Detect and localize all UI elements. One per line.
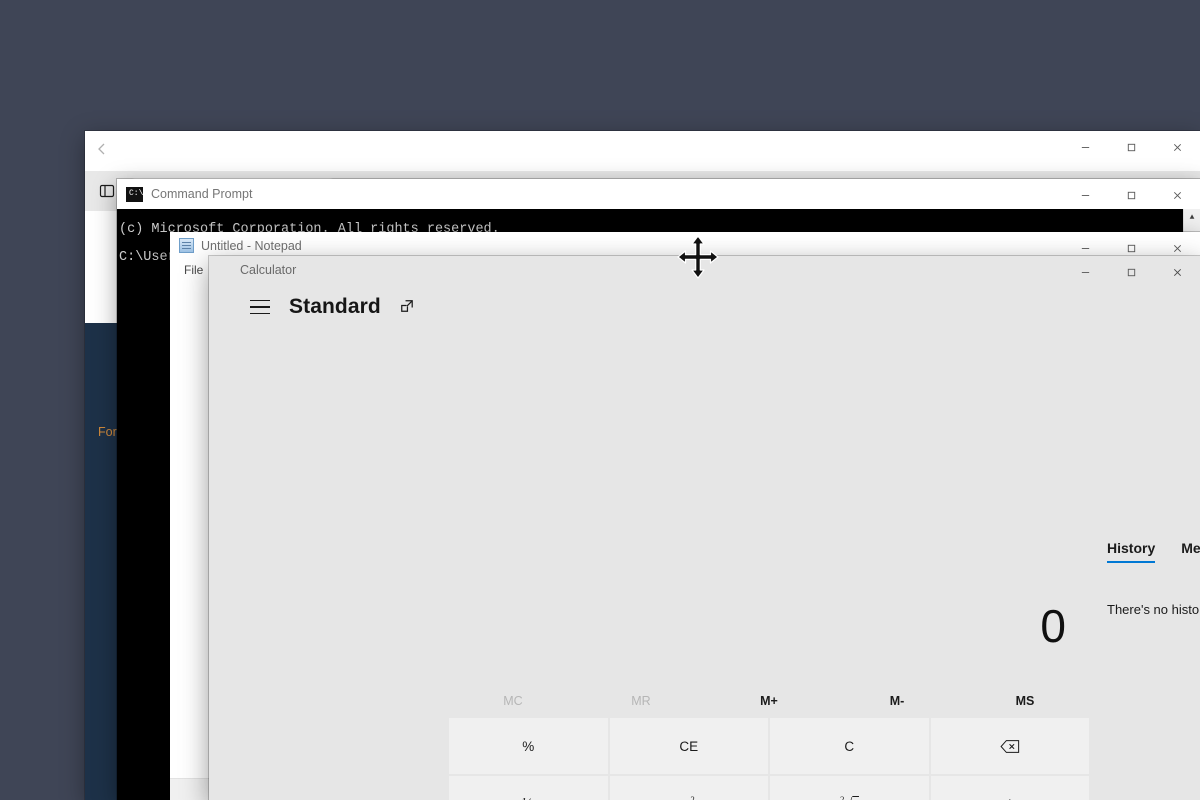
calculator-display: 0	[449, 586, 1089, 666]
maximize-icon[interactable]	[1108, 179, 1154, 211]
console-icon-glyph: C:\	[129, 189, 144, 198]
hamburger-menu-icon[interactable]	[247, 294, 273, 320]
calc-key-clear[interactable]: C	[770, 718, 929, 774]
memory-button-mr: MR	[631, 694, 651, 708]
close-icon[interactable]	[1154, 179, 1200, 211]
calculator-window: Calculator Standard 0 MC MR M+ M- MS % C…	[209, 256, 1200, 800]
calc-key-reciprocal[interactable]: ¹⁄x	[449, 776, 608, 800]
command-prompt-window-controls	[1062, 179, 1200, 211]
memory-button-mc: MC	[503, 694, 523, 708]
tab-history[interactable]: History	[1107, 540, 1156, 563]
calculator-title-bar[interactable]: Calculator	[209, 256, 1200, 284]
minimize-icon[interactable]	[1062, 256, 1108, 288]
desktop: For C:\ Command Prompt (c) Microsoft Cor…	[0, 0, 1200, 800]
edge-page-dark-panel	[85, 323, 118, 800]
command-prompt-title: Command Prompt	[151, 187, 253, 201]
calc-key-square[interactable]: x2	[609, 776, 768, 800]
calculator-mode-title: Standard	[289, 295, 381, 318]
calc-key-divide[interactable]: ÷	[930, 776, 1089, 800]
calculator-window-controls	[1062, 256, 1200, 288]
memory-button-mplus[interactable]: M+	[705, 686, 833, 716]
memory-button-ms[interactable]: MS	[961, 686, 1089, 716]
command-prompt-title-bar[interactable]: C:\ Command Prompt	[117, 179, 1200, 209]
close-icon[interactable]	[1154, 131, 1200, 163]
notepad-icon	[179, 238, 194, 253]
menu-item-file[interactable]: File	[184, 263, 203, 277]
history-memory-tabs: History Memory	[1089, 540, 1200, 563]
calc-key-percent[interactable]: %	[449, 718, 608, 774]
edge-window-controls	[1062, 131, 1200, 163]
calc-key-clear-entry[interactable]: CE	[609, 718, 768, 774]
back-arrow-icon[interactable]	[93, 140, 111, 163]
keep-on-top-icon[interactable]	[397, 297, 417, 317]
history-empty-message: There's no history yet	[1107, 602, 1200, 617]
maximize-icon[interactable]	[1108, 256, 1154, 288]
memory-button-mminus[interactable]: M-	[833, 686, 961, 716]
edge-page-text: For	[98, 425, 117, 439]
calculator-keypad: %CEC¹⁄xx22√x÷789×456−123+⁺⁄₋0.=	[449, 718, 1089, 800]
calculator-history-pane: History Memory There's no history yet	[1089, 540, 1200, 800]
notepad-title-bar[interactable]: Untitled - Notepad	[170, 232, 1200, 259]
notepad-title: Untitled - Notepad	[201, 238, 302, 253]
scroll-up-icon[interactable]: ▲	[1184, 209, 1200, 226]
minimize-icon[interactable]	[1062, 131, 1108, 163]
edge-toolbar	[85, 131, 1200, 171]
calc-key-backspace[interactable]	[930, 718, 1089, 774]
calculator-display-value: 0	[1040, 600, 1066, 652]
minimize-icon[interactable]	[1062, 179, 1108, 211]
console-icon: C:\	[126, 186, 144, 202]
calculator-title: Calculator	[240, 263, 297, 277]
calculator-header: Standard	[209, 284, 1200, 330]
calculator-memory-row: MC MR M+ M- MS	[449, 686, 1089, 716]
maximize-icon[interactable]	[1108, 131, 1154, 163]
close-icon[interactable]	[1154, 256, 1200, 288]
calc-key-square-root[interactable]: 2√x	[770, 776, 929, 800]
tab-memory[interactable]: Memory	[1181, 540, 1200, 563]
